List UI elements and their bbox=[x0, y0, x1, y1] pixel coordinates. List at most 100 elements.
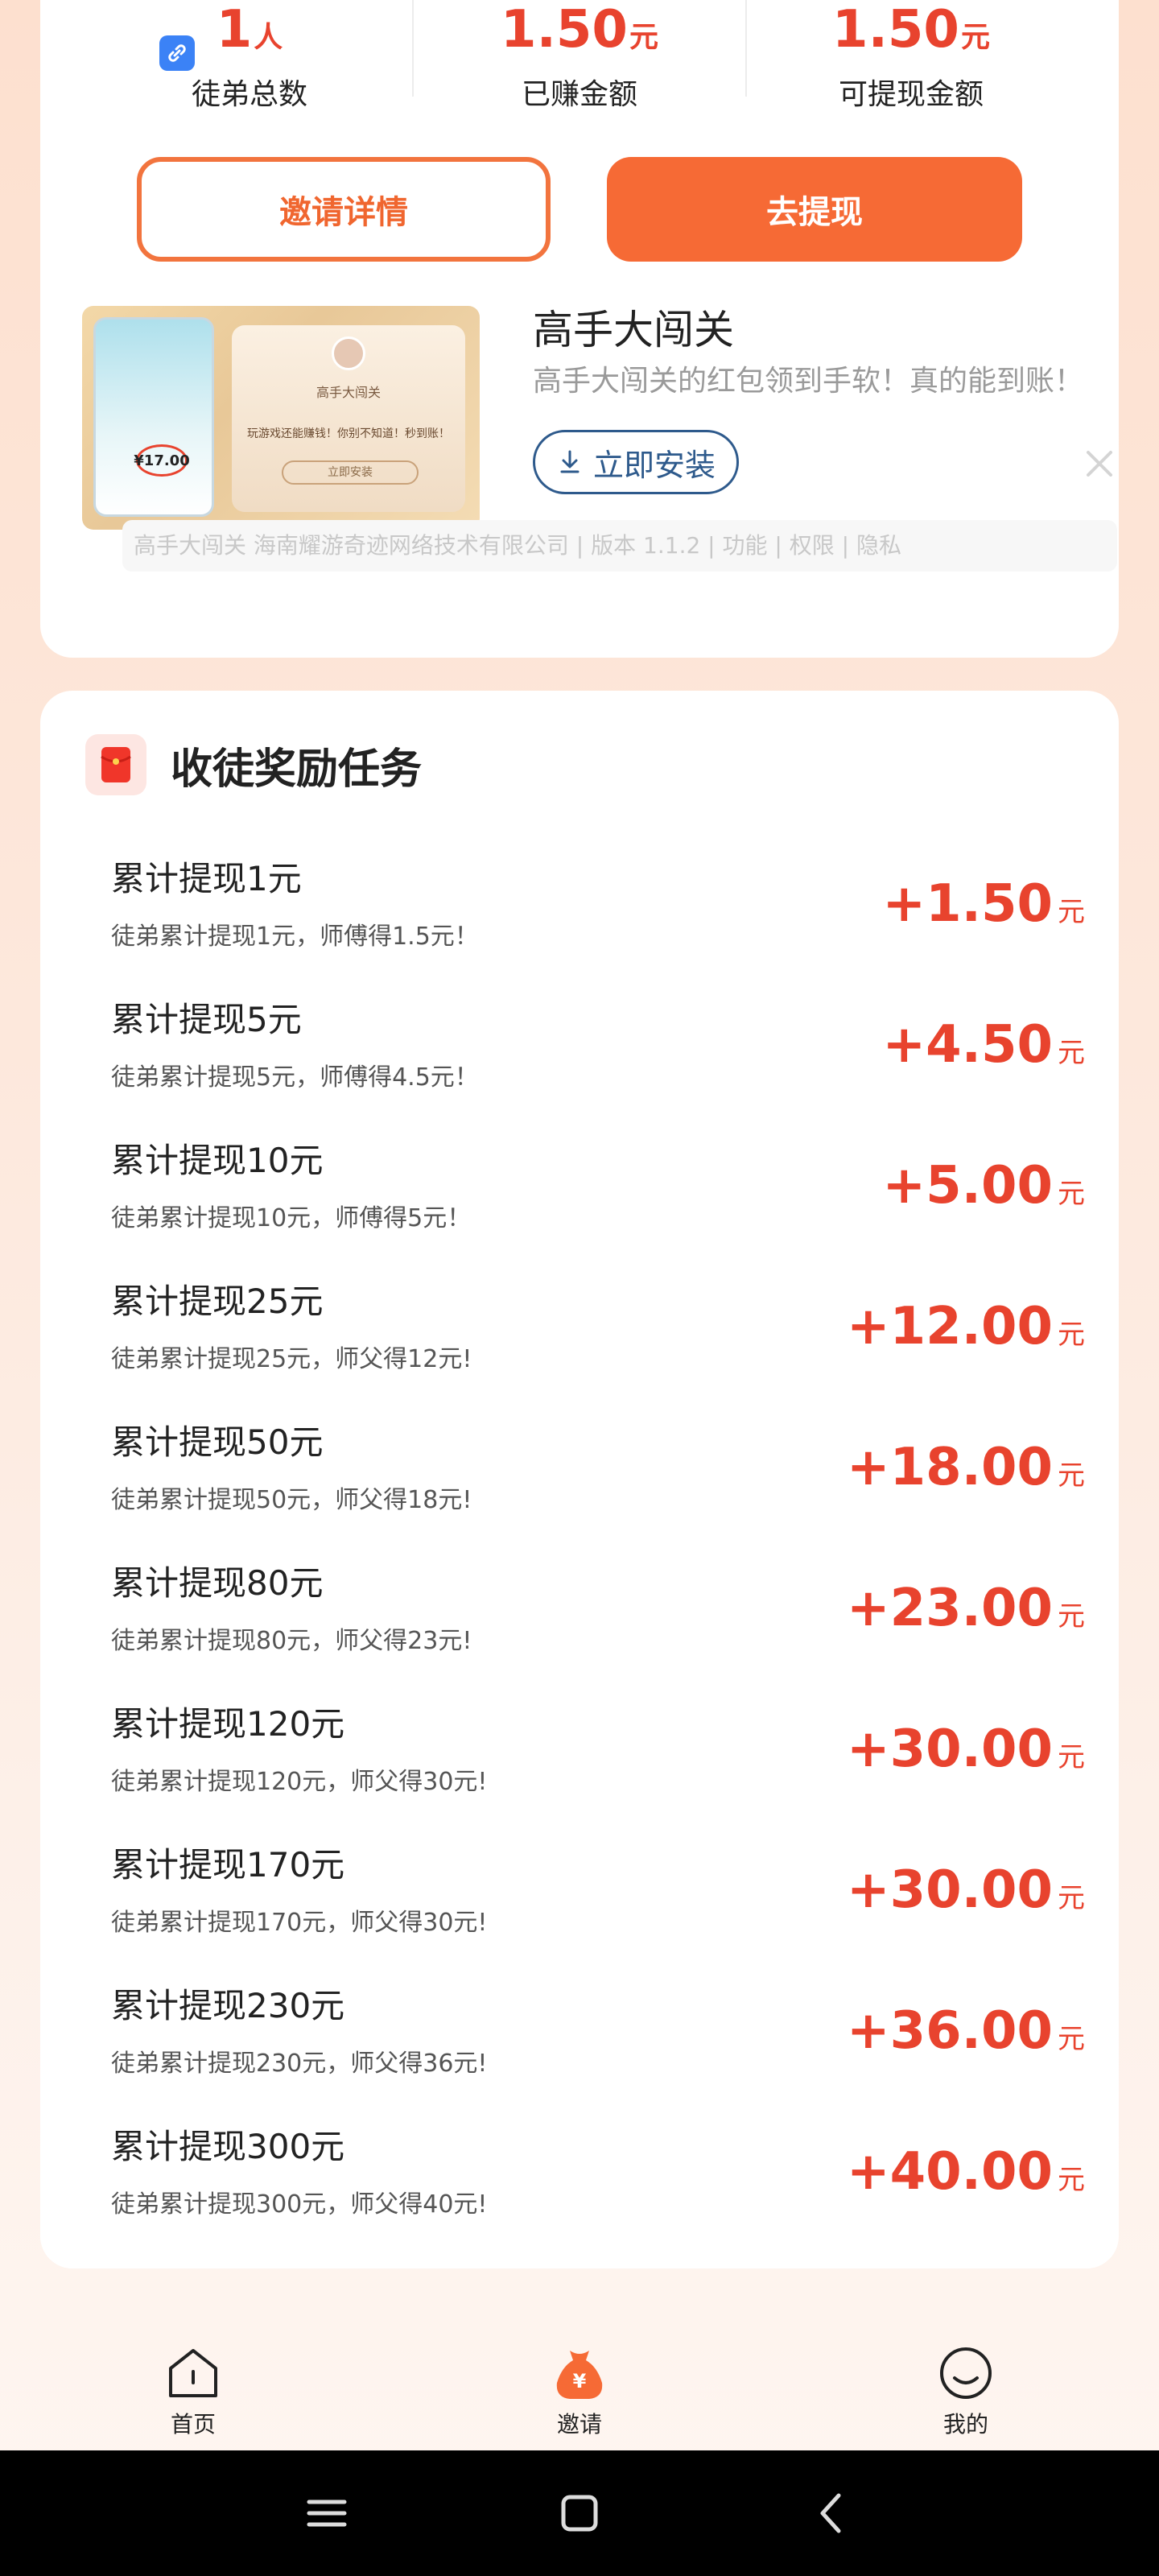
withdraw-button[interactable]: 去提现 bbox=[607, 157, 1022, 262]
task-name: 累计提现120元 bbox=[111, 1704, 345, 1744]
task-row: 累计提现10元 徒弟累计提现10元，师傅得5元！ +5.00 元 bbox=[111, 1133, 1085, 1274]
task-desc: 徒弟累计提现50元，师父得18元! bbox=[111, 1486, 472, 1514]
stat-unit: 人 bbox=[254, 21, 283, 54]
tab-label: 首页 bbox=[170, 2411, 216, 2438]
task-reward-value: +30.00 bbox=[846, 1860, 1053, 1920]
stat-unit: 元 bbox=[629, 21, 658, 54]
home-icon bbox=[163, 2343, 224, 2404]
invite-summary-card: 1人 徒弟总数 1.50元 已赚金额 1.50元 可提现金额 邀请详情 去提现 … bbox=[40, 0, 1119, 658]
task-reward: +5.00 元 bbox=[882, 1156, 1085, 1216]
task-desc: 徒弟累计提现230元，师父得36元! bbox=[111, 2050, 488, 2078]
task-name: 累计提现1元 bbox=[111, 859, 302, 898]
stat-earned-amount: 1.50元 已赚金额 bbox=[402, 0, 757, 113]
tasks-card: 收徒奖励任务 累计提现1元 徒弟累计提现1元，师傅得1.5元！ +1.50 元 累… bbox=[40, 691, 1119, 2268]
system-nav-bar bbox=[0, 2450, 1159, 2576]
ad-image-amount: ¥17.00 bbox=[134, 444, 190, 477]
task-desc: 徒弟累计提现120元，师父得30元! bbox=[111, 1768, 488, 1796]
task-row: 累计提现50元 徒弟累计提现50元，师父得18元! +18.00 元 bbox=[111, 1415, 1085, 1556]
task-row: 累计提现1元 徒弟累计提现1元，师傅得1.5元！ +1.50 元 bbox=[111, 852, 1085, 993]
stat-value: 1.50 bbox=[832, 0, 959, 60]
stat-label: 可提现金额 bbox=[838, 78, 984, 111]
task-reward-unit: 元 bbox=[1058, 1178, 1085, 1210]
ad-title[interactable]: 高手大闯关 bbox=[533, 298, 734, 356]
stat-apprentice-count: 1人 徒弟总数 bbox=[72, 0, 427, 113]
install-label: 立即安装 bbox=[592, 447, 716, 483]
back-icon[interactable] bbox=[805, 2486, 860, 2541]
task-reward: +30.00 元 bbox=[847, 1719, 1085, 1779]
stat-value: 1 bbox=[216, 0, 253, 60]
task-reward-unit: 元 bbox=[1058, 1037, 1085, 1069]
svg-text:¥: ¥ bbox=[573, 2370, 587, 2392]
ad-avatar bbox=[332, 336, 365, 370]
ad-phone-mockup: ¥17.00 bbox=[93, 317, 214, 517]
ad-image[interactable]: ¥17.00 高手大闯关 玩游戏还能赚钱！你别不知道！秒到账！ 立即安装 bbox=[82, 306, 480, 530]
home-square-icon[interactable] bbox=[552, 2486, 607, 2541]
task-reward-unit: 元 bbox=[1058, 1600, 1085, 1633]
stat-unit: 元 bbox=[960, 21, 990, 54]
task-row: 累计提现230元 徒弟累计提现230元，师父得36元! +36.00 元 bbox=[111, 1979, 1085, 2120]
tab-mine[interactable]: 我的 bbox=[885, 2343, 1046, 2439]
ad-description: 高手大闯关的红包领到手软！真的能到账！ bbox=[533, 365, 1084, 398]
tab-label: 邀请 bbox=[556, 2411, 602, 2438]
stat-label: 徒弟总数 bbox=[191, 78, 307, 111]
task-reward-unit: 元 bbox=[1058, 1319, 1085, 1351]
tab-invite[interactable]: ¥ 邀请 bbox=[499, 2343, 660, 2439]
task-reward: +1.50 元 bbox=[882, 874, 1085, 934]
task-name: 累计提现10元 bbox=[111, 1141, 324, 1180]
task-row: 累计提现80元 徒弟累计提现80元，师父得23元! +23.00 元 bbox=[111, 1556, 1085, 1697]
ad-meta-info[interactable]: 高手大闯关 海南耀游奇迹网络技术有限公司 | 版本 1.1.2 | 功能 | 权… bbox=[122, 520, 1117, 572]
money-bag-icon: ¥ bbox=[549, 2343, 610, 2404]
task-desc: 徒弟累计提现170元，师父得30元! bbox=[111, 1909, 488, 1937]
task-reward-unit: 元 bbox=[1058, 1882, 1085, 1914]
task-name: 累计提现230元 bbox=[111, 1986, 345, 2025]
tab-home[interactable]: 首页 bbox=[113, 2343, 274, 2439]
task-reward-unit: 元 bbox=[1058, 1459, 1085, 1492]
task-row: 累计提现120元 徒弟累计提现120元，师父得30元! +30.00 元 bbox=[111, 1697, 1085, 1838]
task-row: 累计提现25元 徒弟累计提现25元，师父得12元! +12.00 元 bbox=[111, 1274, 1085, 1415]
link-icon[interactable] bbox=[159, 35, 195, 71]
task-desc: 徒弟累计提现300元，师父得40元! bbox=[111, 2190, 488, 2219]
task-desc: 徒弟累计提现5元，师傅得4.5元！ bbox=[111, 1063, 479, 1092]
task-desc: 徒弟累计提现1元，师傅得1.5元！ bbox=[111, 923, 479, 951]
task-reward: +36.00 元 bbox=[847, 2001, 1085, 2061]
task-desc: 徒弟累计提现10元，师傅得5元！ bbox=[111, 1204, 472, 1232]
smile-icon bbox=[935, 2343, 996, 2404]
task-reward-value: +36.00 bbox=[846, 2001, 1053, 2061]
ad-image-button: 立即安装 bbox=[282, 460, 419, 485]
task-reward-value: +40.00 bbox=[846, 2142, 1053, 2202]
task-reward-unit: 元 bbox=[1058, 2164, 1085, 2196]
ad-image-text: 玩游戏还能赚钱！你别不知道！秒到账！ bbox=[247, 427, 450, 440]
task-reward-value: +23.00 bbox=[846, 1579, 1053, 1638]
tasks-title: 收徒奖励任务 bbox=[171, 745, 423, 794]
menu-icon[interactable] bbox=[299, 2486, 354, 2541]
ad-inner-card: 高手大闯关 玩游戏还能赚钱！你别不知道！秒到账！ 立即安装 bbox=[232, 325, 465, 512]
install-button[interactable]: 立即安装 bbox=[533, 430, 739, 494]
task-reward-value: +4.50 bbox=[882, 1015, 1053, 1075]
task-reward-value: +18.00 bbox=[846, 1438, 1053, 1497]
stat-label: 已赚金额 bbox=[521, 78, 637, 111]
task-reward: +4.50 元 bbox=[882, 1015, 1085, 1075]
stat-value: 1.50 bbox=[501, 0, 628, 60]
stats-row: 1人 徒弟总数 1.50元 已赚金额 1.50元 可提现金额 bbox=[40, 0, 1119, 111]
tasks-header: 收徒奖励任务 bbox=[85, 733, 422, 797]
ad-image-title: 高手大闯关 bbox=[316, 385, 381, 400]
task-reward-unit: 元 bbox=[1058, 2023, 1085, 2055]
task-row: 累计提现300元 徒弟累计提现300元，师父得40元! +40.00 元 bbox=[111, 2120, 1085, 2260]
red-envelope-icon bbox=[85, 734, 146, 795]
task-reward-unit: 元 bbox=[1058, 1741, 1085, 1773]
download-icon bbox=[560, 450, 580, 473]
task-name: 累计提现80元 bbox=[111, 1563, 324, 1603]
task-reward: +12.00 元 bbox=[847, 1297, 1085, 1356]
bottom-tab-bar: 首页 ¥ 邀请 我的 bbox=[0, 2318, 1159, 2450]
task-reward-value: +1.50 bbox=[882, 874, 1053, 934]
invite-details-button[interactable]: 邀请详情 bbox=[137, 157, 551, 262]
task-name: 累计提现170元 bbox=[111, 1845, 345, 1885]
stat-withdrawable-amount: 1.50元 可提现金额 bbox=[734, 0, 1088, 113]
task-reward: +23.00 元 bbox=[847, 1579, 1085, 1638]
task-reward: +18.00 元 bbox=[847, 1438, 1085, 1497]
task-name: 累计提现50元 bbox=[111, 1422, 324, 1462]
task-reward-value: +30.00 bbox=[846, 1719, 1053, 1779]
close-icon[interactable] bbox=[1083, 448, 1116, 480]
task-name: 累计提现300元 bbox=[111, 2127, 345, 2166]
task-desc: 徒弟累计提现25元，师父得12元! bbox=[111, 1345, 472, 1373]
